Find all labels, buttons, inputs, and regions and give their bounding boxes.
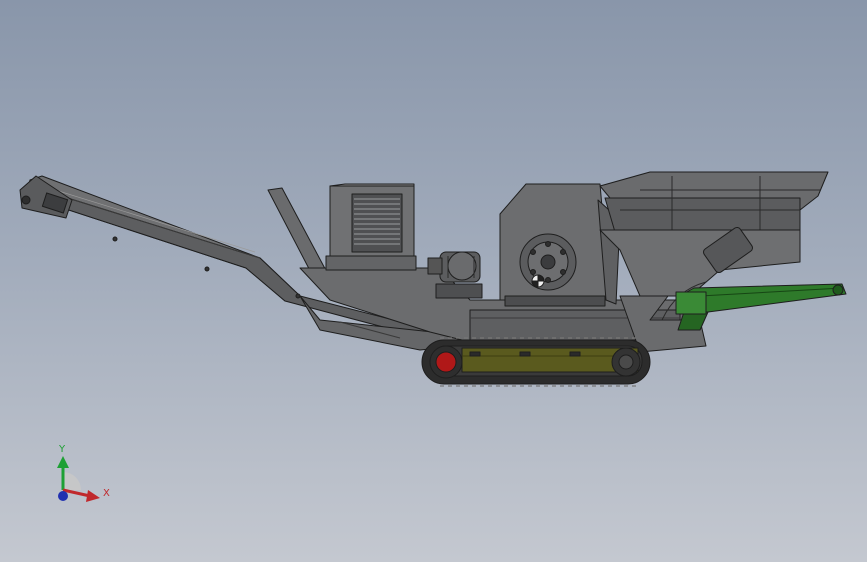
- crawler-track: [421, 337, 651, 387]
- engine-radiator-box: [325, 183, 417, 271]
- crusher-housing: [499, 183, 621, 307]
- z-axis-icon: [58, 491, 68, 501]
- feed-hopper: [599, 171, 829, 297]
- side-conveyor: [675, 283, 847, 331]
- cad-viewport[interactable]: Y X: [0, 0, 867, 562]
- x-axis-label: X: [103, 488, 110, 499]
- y-axis-label: Y: [59, 444, 66, 455]
- coordinate-triad: Y X: [40, 440, 120, 510]
- conveyor-head-drum: [19, 175, 73, 219]
- crusher-model[interactable]: [0, 0, 867, 562]
